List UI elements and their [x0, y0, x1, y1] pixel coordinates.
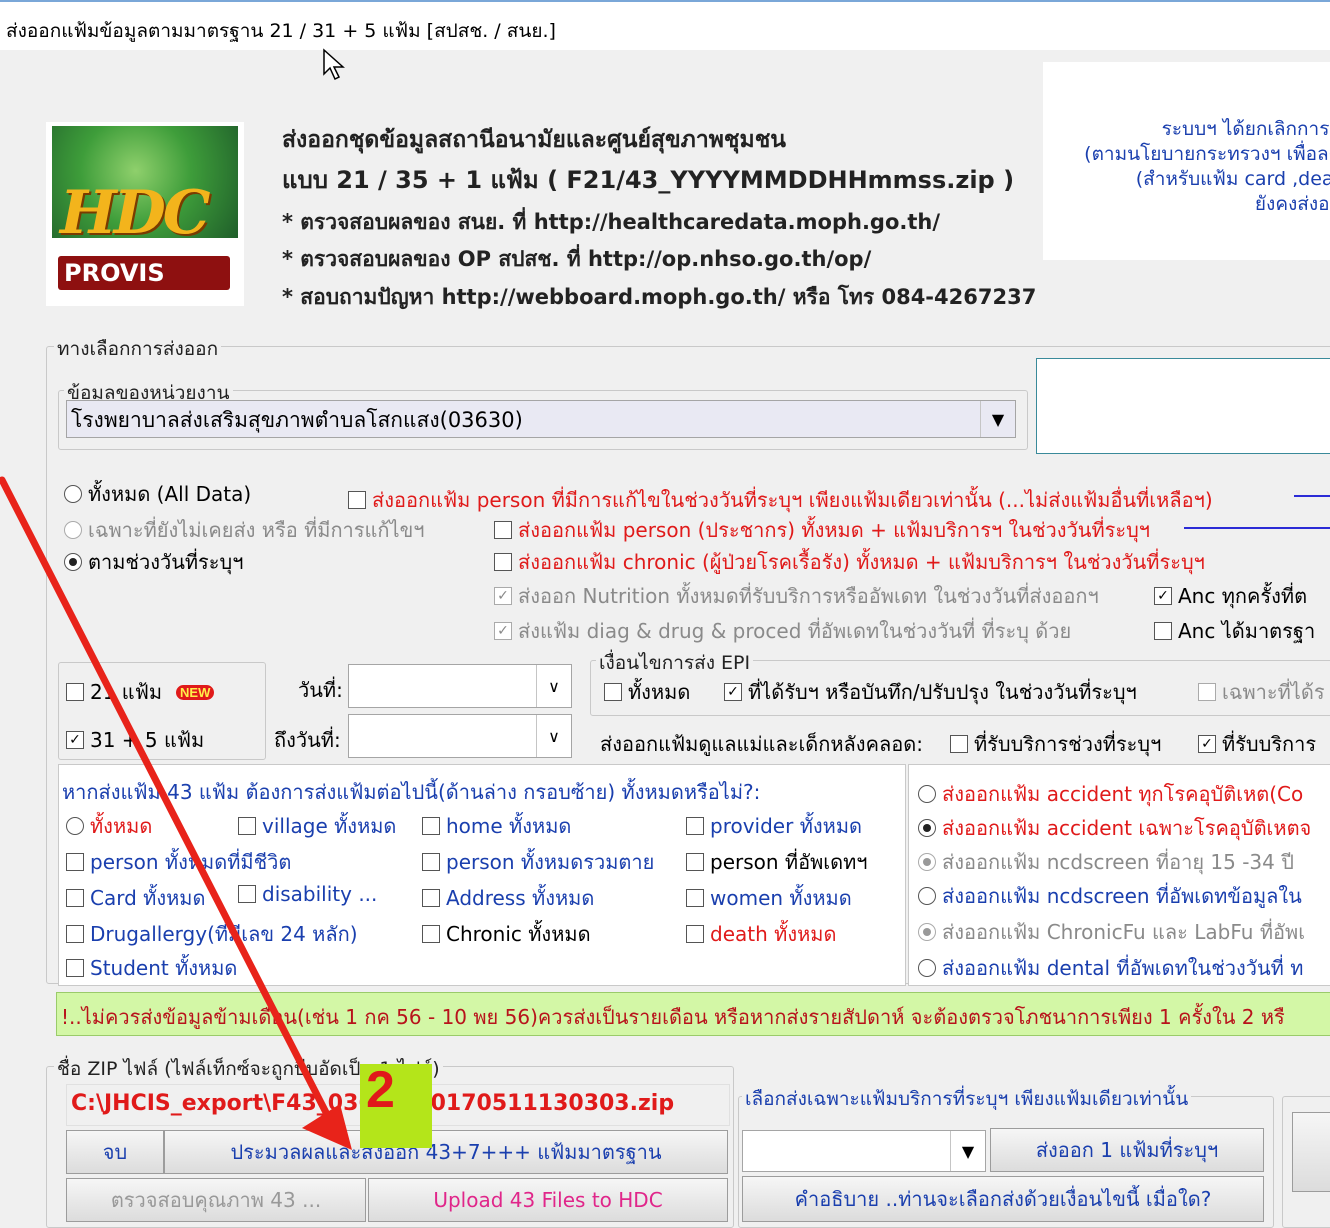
annotation-arrow-icon — [0, 476, 352, 1150]
